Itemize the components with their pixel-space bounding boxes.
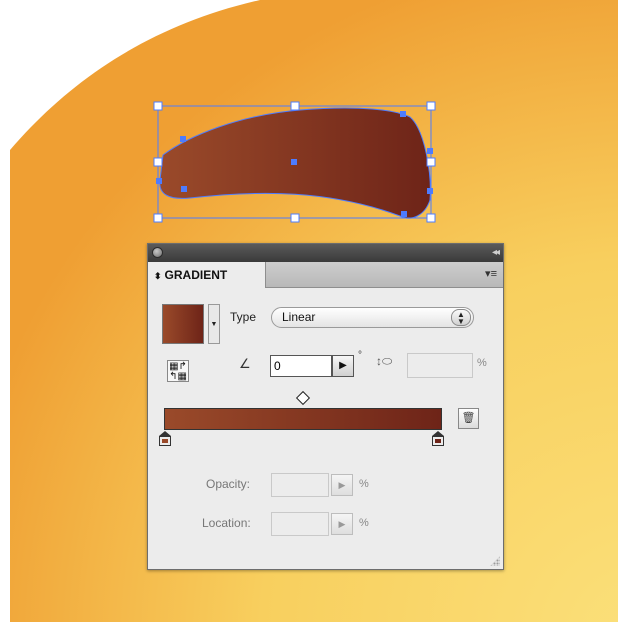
close-icon[interactable]	[152, 247, 163, 258]
location-label: Location:	[202, 516, 251, 530]
angle-dropdown-button[interactable]: ▶	[332, 355, 354, 377]
angle-input[interactable]: 0	[270, 355, 332, 377]
location-dropdown-button[interactable]: ▶	[331, 513, 353, 535]
trash-icon[interactable]: 🗑	[458, 408, 479, 429]
aspect-ratio-icon: ↕⬭	[376, 354, 393, 368]
opacity-percent-unit: %	[359, 478, 369, 490]
resize-grip[interactable]	[490, 556, 500, 566]
location-percent-unit: %	[359, 517, 369, 529]
gradient-stop-end[interactable]	[432, 431, 444, 446]
aspect-percent-unit: %	[477, 357, 487, 369]
gradient-stop-start[interactable]	[159, 431, 171, 446]
panel-menu-icon[interactable]: ▾≡	[485, 267, 497, 280]
degree-symbol: °	[358, 350, 362, 361]
double-chevron-icon[interactable]: ◂◂	[492, 246, 500, 260]
updown-arrows-icon: ⬍	[154, 271, 162, 281]
opacity-input[interactable]	[271, 473, 329, 497]
select-stepper-icon: ▲ ▼	[451, 309, 471, 326]
reverse-gradient-icon[interactable]: ▦↱ ↰▦	[167, 360, 189, 382]
angle-icon: ∠	[239, 356, 251, 371]
gradient-midpoint-slider[interactable]	[295, 390, 311, 406]
panel-titlebar[interactable]: ◂◂	[148, 244, 503, 262]
type-label: Type	[230, 310, 257, 324]
panel-tabstrip: ⬍ GRADIENT ▾≡	[148, 262, 503, 288]
location-input[interactable]	[271, 512, 329, 536]
gradient-panel: ◂◂ ⬍ GRADIENT ▾≡ ▼ Type Linear ▲ ▼ ▦↱ ↰▦ ∠ …	[147, 243, 504, 570]
type-select-value: Linear	[282, 310, 316, 324]
gradient-swatch[interactable]	[162, 304, 204, 344]
opacity-dropdown-button[interactable]: ▶	[331, 474, 353, 496]
aspect-ratio-input[interactable]	[407, 353, 473, 378]
tab-gradient-label: GRADIENT	[164, 268, 228, 282]
swatch-dropdown-button[interactable]: ▼	[208, 304, 220, 344]
gradient-slider-bar[interactable]	[164, 408, 442, 430]
type-select[interactable]: Linear ▲ ▼	[271, 307, 474, 328]
tab-gradient[interactable]: ⬍ GRADIENT	[148, 262, 266, 288]
opacity-label: Opacity:	[206, 477, 251, 491]
